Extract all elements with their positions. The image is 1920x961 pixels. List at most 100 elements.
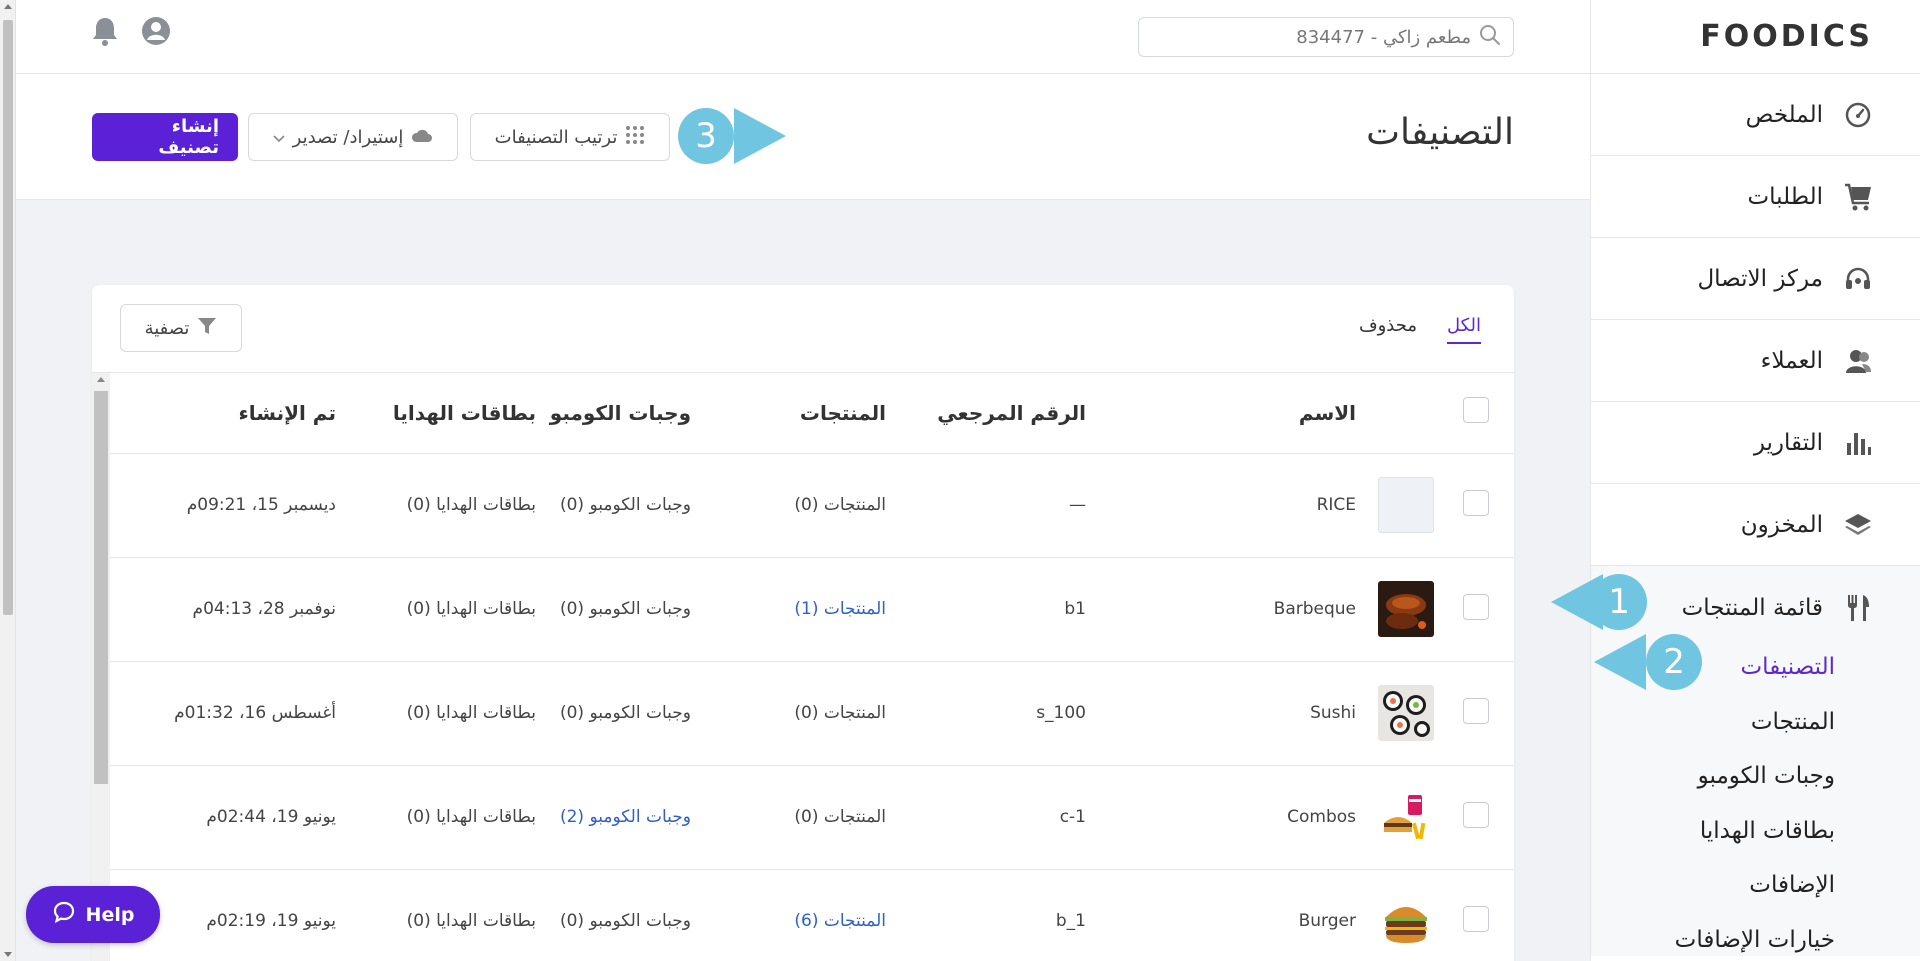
table-header-row: الاسم الرقم المرجعي المنتجات وجبات الكوم… [110, 373, 1514, 454]
callout-2: 2 [1594, 634, 1702, 690]
category-reference: s_100 [886, 661, 1086, 766]
user-icon[interactable] [141, 16, 171, 50]
dashboard-icon [1843, 100, 1873, 130]
barbeque-thumbnail [1378, 581, 1434, 637]
sidebar: FOODICS الملخص الطلبات مركز الاتصال العم… [1590, 0, 1920, 961]
callout-pointer [1594, 634, 1646, 690]
search-icon [1479, 24, 1501, 50]
bell-icon[interactable] [91, 16, 119, 50]
category-created: أغسطس 16، 01:32م [110, 661, 336, 766]
row-check-cell [1434, 869, 1514, 961]
scroll-down-arrow-icon[interactable] [4, 952, 12, 957]
customers-icon [1843, 346, 1873, 376]
row-check-cell [1434, 557, 1514, 662]
category-name: Sushi [1086, 661, 1356, 766]
category-created: نوفمبر 28، 04:13م [110, 557, 336, 662]
table-row[interactable]: Barbeque b1 المنتجات (1) وجبات الكومبو (… [110, 557, 1514, 662]
column-header-gift-cards[interactable]: بطاقات الهدايا [336, 373, 536, 454]
category-products-link[interactable]: المنتجات (1) [691, 557, 886, 662]
filter-icon [197, 316, 217, 341]
category-products: المنتجات (0) [691, 453, 886, 558]
scrollbar-thumb[interactable] [3, 20, 13, 615]
column-header-reference[interactable]: الرقم المرجعي [886, 373, 1086, 454]
row-checkbox[interactable] [1463, 593, 1489, 620]
category-gift-cards: بطاقات الهدايا (0) [336, 453, 536, 558]
category-combos: وجبات الكومبو (0) [536, 661, 691, 766]
table-scrollbar[interactable] [92, 373, 110, 961]
help-label: Help [85, 903, 135, 926]
sidebar-item-label: العملاء [1760, 347, 1823, 374]
tab-deleted[interactable]: محذوف [1359, 315, 1417, 342]
row-checkbox[interactable] [1463, 905, 1489, 932]
help-button[interactable]: Help [26, 886, 160, 943]
select-all-checkbox[interactable] [1463, 397, 1489, 424]
sidebar-item-summary[interactable]: الملخص [1591, 74, 1920, 156]
tab-all[interactable]: الكل [1446, 315, 1481, 344]
scroll-up-arrow-icon[interactable] [97, 377, 105, 382]
row-thumb-cell [1356, 869, 1434, 961]
logo[interactable]: FOODICS [1591, 0, 1920, 74]
table-row[interactable]: RICE — المنتجات (0) وجبات الكومبو (0) بط… [110, 453, 1514, 558]
filter-label: تصفية [144, 317, 190, 339]
burger-thumbnail [1378, 893, 1434, 949]
table-scrollbar-thumb[interactable] [94, 391, 108, 784]
column-header-name[interactable]: الاسم [1086, 373, 1356, 454]
sidebar-item-orders[interactable]: الطلبات [1591, 156, 1920, 238]
search-input[interactable]: مطعم زاكي - 834477 [1138, 17, 1514, 57]
category-combos: وجبات الكومبو (0) [536, 869, 691, 961]
scroll-up-arrow-icon[interactable] [4, 4, 12, 9]
row-checkbox[interactable] [1463, 697, 1489, 724]
table-row[interactable]: Burger b_1 المنتجات (6) وجبات الكومبو (0… [110, 869, 1514, 961]
filter-button[interactable]: تصفية [120, 304, 242, 352]
sort-categories-button[interactable]: ترتيب التصنيفات [470, 113, 670, 161]
sidebar-item-reports[interactable]: التقارير [1591, 402, 1920, 484]
sidebar-subitem-modifiers[interactable]: الإضافات [1591, 858, 1920, 913]
category-name: Barbeque [1086, 557, 1356, 662]
callout-pointer [1551, 574, 1603, 630]
callout-3: 3 [678, 108, 786, 164]
grid-dots-icon [625, 125, 645, 150]
table-row[interactable]: Combos c-1 المنتجات (0) وجبات الكومبو (2… [110, 765, 1514, 870]
utensils-icon [1843, 593, 1873, 623]
category-combos: وجبات الكومبو (0) [536, 453, 691, 558]
category-products-link[interactable]: المنتجات (6) [691, 869, 886, 961]
top-bar: مطعم زاكي - 834477 [16, 0, 1590, 74]
sort-label: ترتيب التصنيفات [494, 126, 618, 148]
column-header-products[interactable]: المنتجات [691, 373, 886, 454]
row-thumb-cell [1356, 453, 1434, 558]
row-checkbox[interactable] [1463, 489, 1489, 516]
table-row[interactable]: Sushi s_100 المنتجات (0) وجبات الكومبو (… [110, 661, 1514, 766]
sidebar-item-customers[interactable]: العملاء [1591, 320, 1920, 402]
category-combos-link[interactable]: وجبات الكومبو (2) [536, 765, 691, 870]
sidebar-subitem-products[interactable]: المنتجات [1591, 695, 1920, 750]
category-products: المنتجات (0) [691, 765, 886, 870]
row-thumb-cell [1356, 765, 1434, 870]
create-category-button[interactable]: إنشاء تصنيف [92, 113, 238, 161]
page-scrollbar[interactable] [0, 0, 16, 961]
category-thumbnail [1378, 477, 1434, 533]
row-check-cell [1434, 661, 1514, 766]
category-created: ديسمبر 15، 09:21م [110, 453, 336, 558]
sidebar-subitem-modifier-options[interactable]: خيارات الإضافات [1591, 913, 1920, 961]
sidebar-item-label: قائمة المنتجات [1681, 595, 1823, 621]
column-header-combos[interactable]: وجبات الكومبو [536, 373, 691, 454]
sushi-thumbnail [1378, 685, 1434, 741]
cloud-icon [411, 127, 433, 148]
categories-table: الاسم الرقم المرجعي المنتجات وجبات الكوم… [110, 373, 1514, 961]
row-checkbox[interactable] [1463, 801, 1489, 828]
sidebar-item-inventory[interactable]: المخزون [1591, 484, 1920, 566]
sidebar-item-call-center[interactable]: مركز الاتصال [1591, 238, 1920, 320]
cart-icon [1843, 182, 1873, 212]
row-check-cell [1434, 453, 1514, 558]
top-icons [91, 16, 171, 50]
category-reference: b_1 [886, 869, 1086, 961]
category-gift-cards: بطاقات الهدايا (0) [336, 869, 536, 961]
category-reference: c-1 [886, 765, 1086, 870]
sidebar-subitem-gift-cards[interactable]: بطاقات الهدايا [1591, 804, 1920, 859]
category-reference: b1 [886, 557, 1086, 662]
import-export-button[interactable]: إستيراد/ تصدير [248, 113, 458, 161]
card-toolbar: الكل محذوف تصفية [92, 285, 1514, 373]
column-header-created[interactable]: تم الإنشاء [110, 373, 336, 454]
category-name: Burger [1086, 869, 1356, 961]
sidebar-subitem-combos[interactable]: وجبات الكومبو [1591, 749, 1920, 804]
